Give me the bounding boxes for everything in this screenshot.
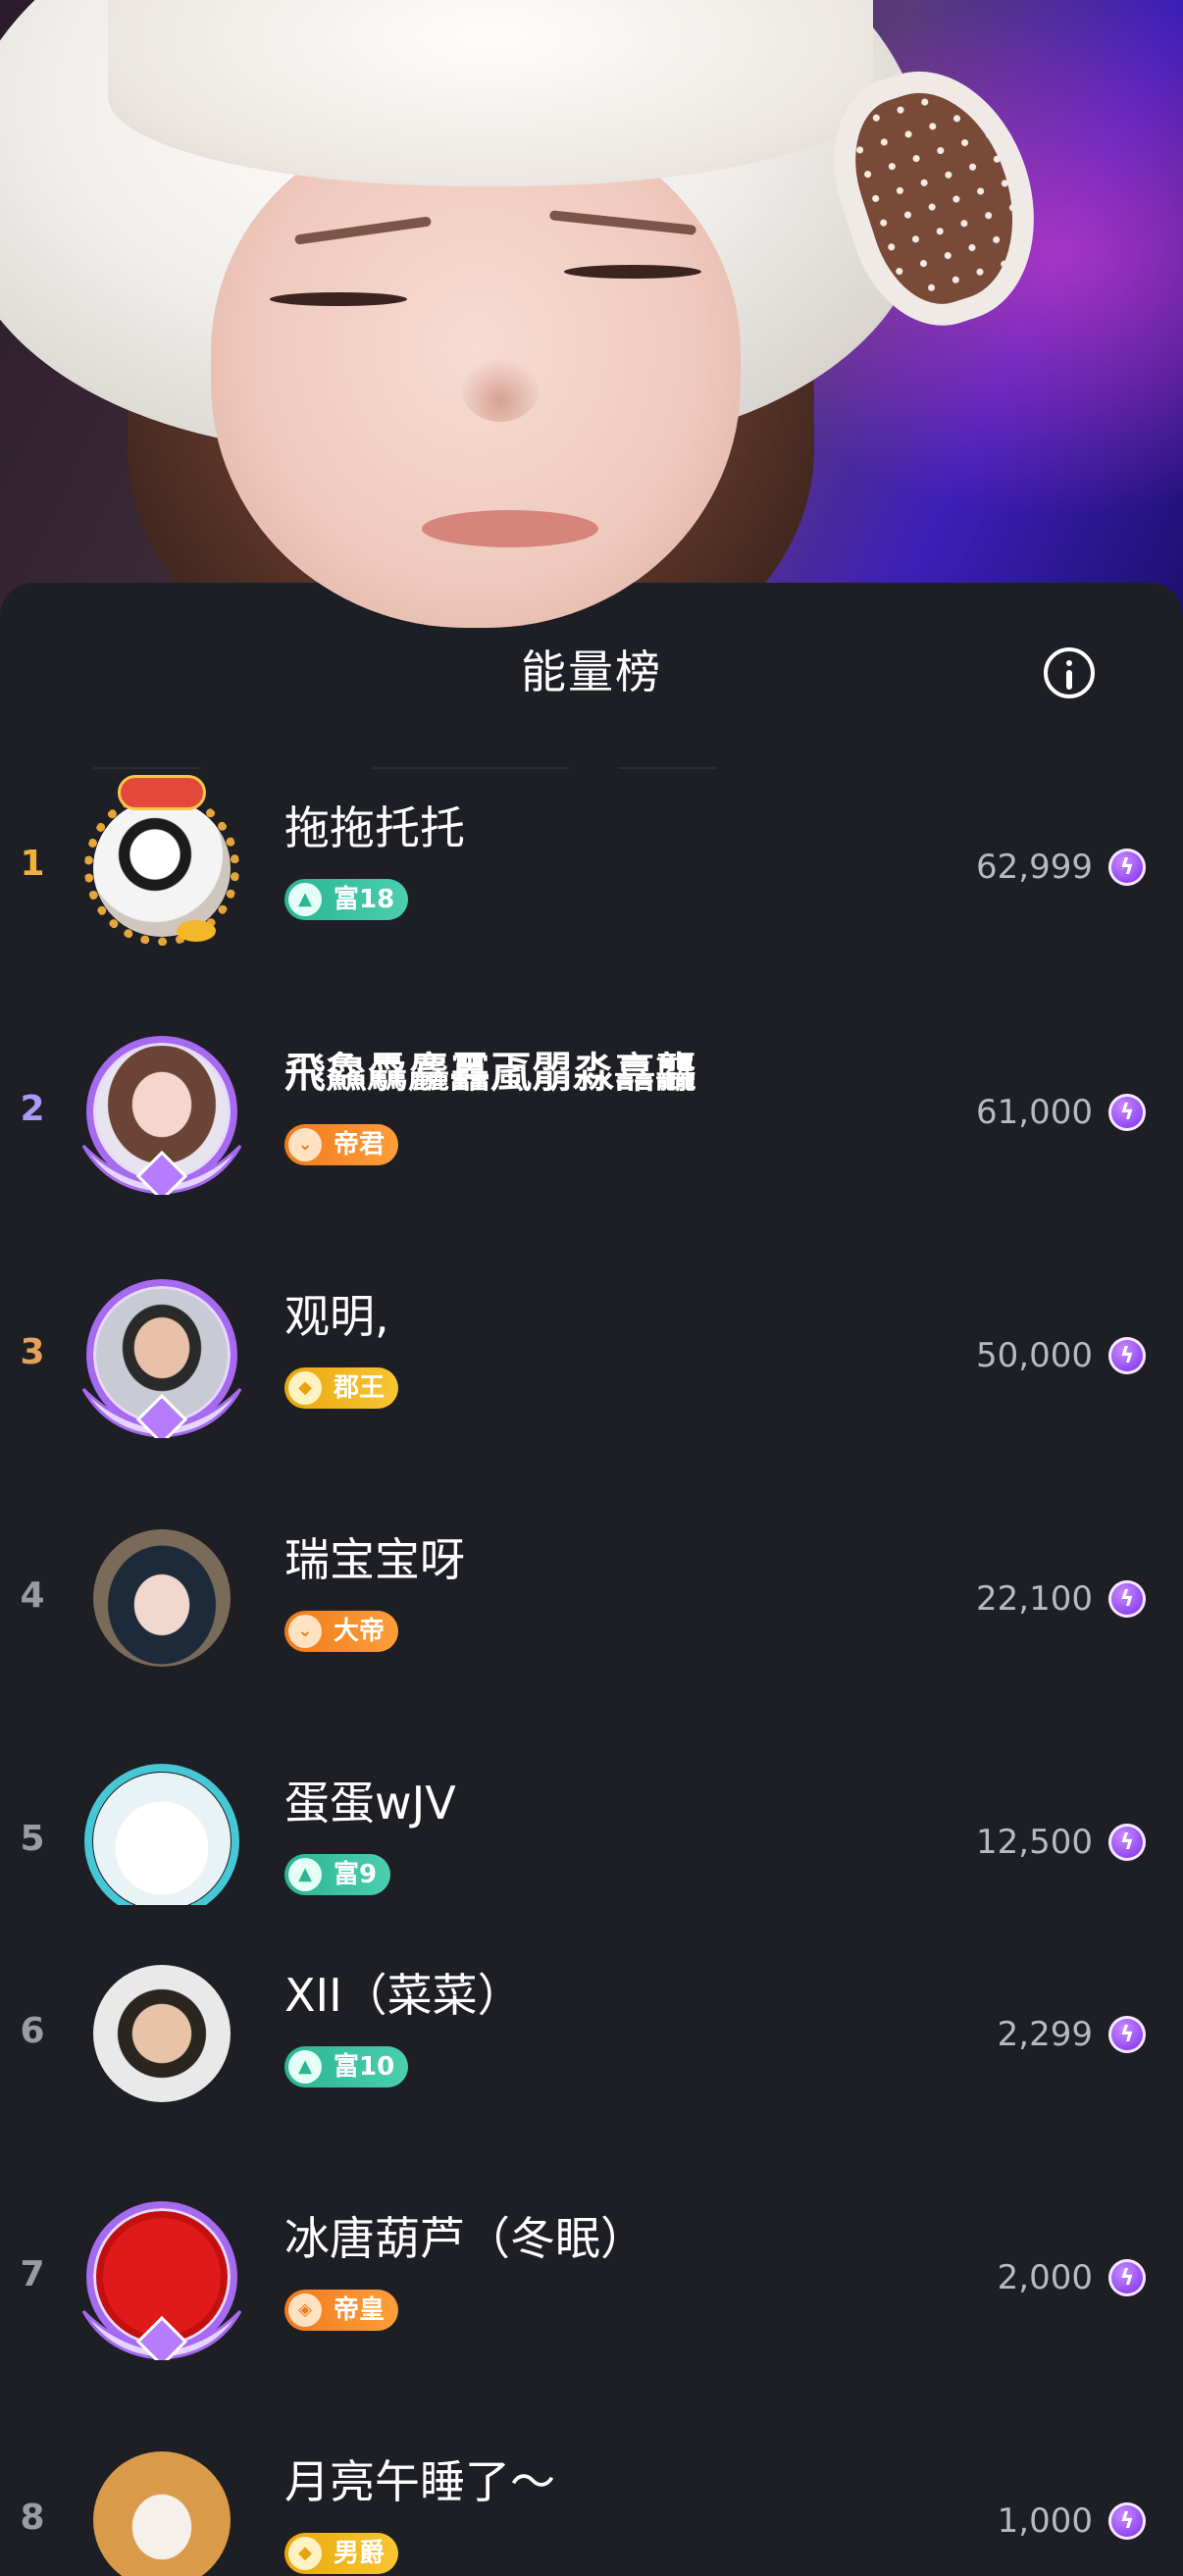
video-figure-nose: [461, 353, 540, 422]
divider: [618, 767, 716, 769]
level-badge-label: 富9: [334, 1860, 378, 1889]
rank-number: 7: [20, 2254, 45, 2294]
energy-score: 2,299: [997, 2015, 1093, 2054]
ranking-row[interactable]: 4 瑞宝宝呀 ⌄ 大帝 22,100 ϟ: [0, 1515, 1183, 1667]
user-name: 冰唐葫芦（冬眠）: [284, 2212, 645, 2265]
rank-number: 5: [20, 1819, 45, 1859]
level-badge: ◆ 男爵: [284, 2533, 399, 2574]
rank-number: 8: [20, 2498, 45, 2538]
video-figure-lips: [422, 510, 598, 547]
ranking-row[interactable]: 5 蛋蛋wJV ▲ 富9 12,500 ϟ: [0, 1758, 1183, 1905]
video-figure-eye: [270, 292, 407, 306]
rank-number: 6: [20, 2011, 45, 2051]
avatar[interactable]: [78, 2437, 245, 2576]
lightning-bolt-icon: ϟ: [1108, 1580, 1146, 1618]
ranking-row[interactable]: 1 拖拖托托 ▲ 富18 62,999 ϟ: [0, 775, 1183, 946]
rank-number: 4: [20, 1575, 45, 1616]
noble-level-icon: ◆: [288, 2537, 322, 2570]
avatar-image: [93, 2451, 231, 2576]
energy-score: 12,500: [976, 1823, 1093, 1862]
rank-number: 3: [20, 1332, 45, 1372]
wealth-level-icon: ▲: [288, 883, 322, 916]
level-badge: ⌄ 帝君: [284, 1124, 399, 1165]
level-badge: ▲ 富9: [284, 1854, 391, 1895]
energy-score: 22,100: [976, 1579, 1093, 1619]
lightning-bolt-icon: ϟ: [1108, 1094, 1146, 1131]
level-badge: ◈ 帝皇: [284, 2290, 399, 2331]
energy-score: 50,000: [976, 1336, 1093, 1375]
user-name: 月亮午睡了～: [284, 2455, 555, 2508]
energy-score: 1,000: [997, 2501, 1093, 2541]
level-badge-label: 帝皇: [334, 2295, 386, 2325]
level-badge: ▲ 富10: [284, 2046, 409, 2087]
gold-ingot-icon: [177, 920, 216, 942]
avatar-image: [93, 799, 231, 937]
avatar[interactable]: [78, 1950, 245, 2117]
energy-score: 61,000: [976, 1093, 1093, 1132]
avatar[interactable]: [78, 1515, 245, 1681]
lightning-bolt-icon: ϟ: [1108, 2502, 1146, 2540]
avatar[interactable]: [78, 1028, 245, 1195]
divider: [373, 767, 569, 769]
rank-number: 1: [20, 844, 45, 884]
user-name: XII（菜菜）: [284, 1969, 523, 2022]
level-badge: ◆ 郡王: [284, 1367, 399, 1409]
level-badge: ▲ 富18: [284, 879, 409, 920]
ranking-row[interactable]: 6 XII（菜菜） ▲ 富10 2,299 ϟ: [0, 1950, 1183, 2102]
ranking-row[interactable]: 7 冰唐葫芦（冬眠） ◈ 帝皇 2,000 ϟ: [0, 2193, 1183, 2360]
level-badge-label: 大帝: [334, 1617, 386, 1646]
lightning-bolt-icon: ϟ: [1108, 2259, 1146, 2296]
user-name: 蛋蛋wJV: [284, 1777, 456, 1829]
avatar[interactable]: [78, 775, 245, 952]
level-badge-label: 帝君: [334, 1130, 386, 1159]
level-badge-label: 男爵: [334, 2539, 386, 2568]
lightning-bolt-icon: ϟ: [1108, 849, 1146, 886]
avatar-image: [93, 1965, 231, 2102]
wing-frame-icon: [81, 1387, 242, 1438]
user-name: 观明,: [284, 1290, 389, 1343]
lightning-bolt-icon: ϟ: [1108, 1337, 1146, 1374]
sheet-title: 能量榜: [521, 645, 662, 698]
avatar[interactable]: [78, 2193, 245, 2360]
noble-level-icon: ⌄: [288, 1615, 322, 1648]
video-figure-eye: [564, 265, 701, 279]
info-icon[interactable]: [1044, 647, 1095, 698]
rank-number: 2: [20, 1089, 45, 1129]
energy-score: 2,000: [997, 2258, 1093, 2297]
wealth-level-icon: ▲: [288, 1858, 322, 1891]
avatar[interactable]: [78, 1758, 245, 1905]
live-video-preview: [0, 0, 1183, 628]
avatar[interactable]: [78, 1271, 245, 1438]
energy-score: 62,999: [976, 848, 1093, 887]
wealth-level-icon: ▲: [288, 2050, 322, 2084]
noble-level-icon: ◆: [288, 1371, 322, 1405]
video-figure-hat-rim: [108, 0, 873, 186]
noble-level-icon: ⌄: [288, 1128, 322, 1161]
ranking-row[interactable]: 2 飛鱻驫麤靐颪朤淼譶龘 ⌄ 帝君 61,000 ϟ: [0, 1028, 1183, 1195]
ranking-row[interactable]: 3 观明, ◆ 郡王 50,000 ϟ: [0, 1271, 1183, 1438]
wing-frame-icon: [81, 2309, 242, 2360]
noble-level-icon: ◈: [288, 2293, 322, 2327]
wing-frame-icon: [81, 1144, 242, 1195]
avatar-image: [93, 1529, 231, 1667]
divider: [93, 767, 201, 769]
avatar-frame: [84, 1764, 239, 1905]
lightning-bolt-icon: ϟ: [1108, 2016, 1146, 2053]
user-name: 拖拖托托: [284, 801, 465, 854]
level-badge-label: 富18: [334, 885, 395, 914]
lion-head-ornament-icon: [118, 775, 206, 810]
level-badge-label: 郡王: [334, 1373, 386, 1403]
lightning-bolt-icon: ϟ: [1108, 1824, 1146, 1861]
user-name: 飛鱻驫麤靐颪朤淼譶龘: [284, 1049, 697, 1097]
level-badge: ⌄ 大帝: [284, 1611, 399, 1652]
level-badge-label: 富10: [334, 2052, 395, 2082]
user-name: 瑞宝宝呀: [284, 1533, 465, 1586]
ranking-row[interactable]: 8 月亮午睡了～ ◆ 男爵 1,000 ϟ: [0, 2437, 1183, 2576]
